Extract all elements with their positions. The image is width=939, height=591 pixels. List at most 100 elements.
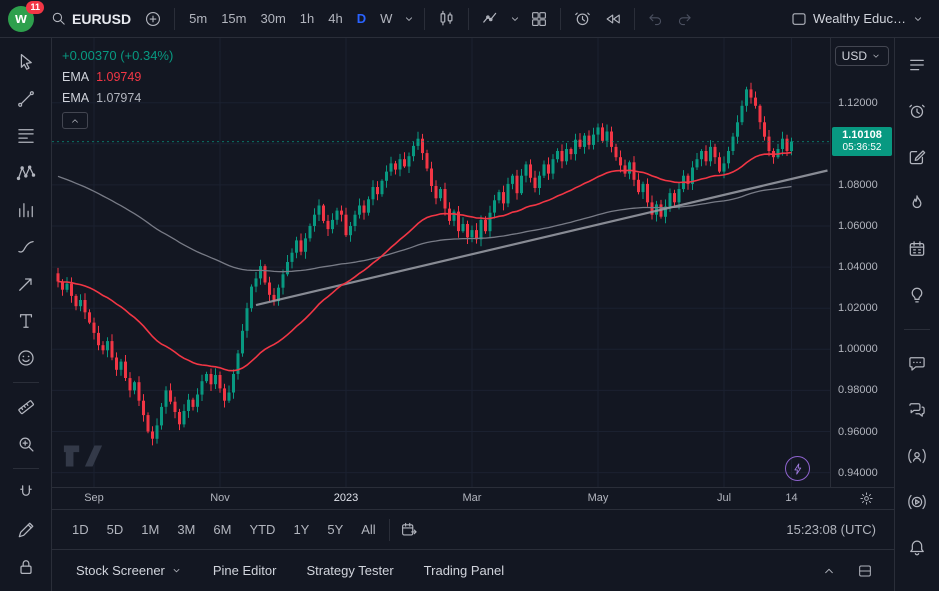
time-tick: 2023 — [334, 492, 358, 504]
tool-emoji-button[interactable] — [9, 342, 43, 374]
legend-collapse-button[interactable] — [62, 112, 88, 129]
notification-count-badge: 11 — [26, 1, 44, 14]
cursor-icon — [16, 52, 36, 72]
rewind-icon — [604, 10, 622, 28]
tool-text-button[interactable] — [9, 305, 43, 337]
tab-strategy-tester[interactable]: Strategy Tester — [298, 557, 401, 584]
date-range-switcher: 1D5D1M3M6MYTD1Y5YAll — [64, 518, 384, 541]
panel-maximize-button[interactable] — [852, 559, 878, 583]
panel-ideas-button[interactable] — [901, 142, 933, 172]
indicator-ema-slow[interactable]: EMA 1.07974 — [62, 91, 173, 105]
tab-stock-screener[interactable]: Stock Screener — [68, 557, 191, 584]
user-menu-button[interactable]: w 11 — [8, 5, 38, 33]
plus-icon — [144, 10, 162, 28]
panel-open-button[interactable] — [816, 559, 842, 583]
price-axis[interactable]: USD 1.10108 05:36:52 1.120001.100001.080… — [830, 38, 894, 487]
range-toolbar: 1D5D1M3M6MYTD1Y5YAll 15:23:08 (UTC) — [52, 509, 894, 549]
last-price-label: 1.10108 05:36:52 — [832, 127, 892, 156]
top-toolbar: w 11 EURUSD 5m15m30m1h4hDW — [0, 0, 939, 38]
interval-4h[interactable]: 4h — [321, 7, 349, 30]
create-alert-button[interactable] — [568, 5, 597, 32]
undo-button[interactable] — [642, 6, 669, 31]
chevron-up-icon — [69, 115, 81, 127]
tool-fib-retracement-button[interactable] — [9, 120, 43, 152]
range-YTD[interactable]: YTD — [241, 518, 283, 541]
range-3M[interactable]: 3M — [169, 518, 203, 541]
interval-30m[interactable]: 30m — [253, 7, 292, 30]
range-5D[interactable]: 5D — [99, 518, 132, 541]
panel-chat-button[interactable] — [901, 349, 933, 379]
goto-date-button[interactable] — [395, 517, 423, 543]
layout-templates-button[interactable] — [525, 6, 553, 32]
symbol-name: EURUSD — [72, 11, 131, 27]
currency-selector[interactable]: USD — [835, 46, 889, 66]
range-1D[interactable]: 1D — [64, 518, 97, 541]
interval-D[interactable]: D — [350, 7, 373, 30]
tool-forecast-button[interactable] — [9, 194, 43, 226]
price-tick: 0.96000 — [838, 426, 878, 438]
chevron-down-icon — [170, 564, 183, 577]
price-tick: 1.08000 — [838, 179, 878, 191]
tradingview-watermark — [62, 443, 104, 472]
tool-zoom-button[interactable] — [9, 428, 43, 460]
toolbar-divider — [468, 8, 469, 30]
compare-add-button[interactable] — [139, 6, 167, 32]
tool-brush-button[interactable] — [9, 231, 43, 263]
interval-1h[interactable]: 1h — [293, 7, 321, 30]
last-price-value: 1.10108 — [832, 129, 892, 142]
chart-settings-button[interactable] — [857, 489, 876, 508]
tool-drawing-pen-button[interactable] — [9, 514, 43, 546]
panel-videos-button[interactable] — [901, 487, 933, 517]
interval-5m[interactable]: 5m — [182, 7, 214, 30]
tool-lock-button[interactable] — [9, 551, 43, 583]
interval-W[interactable]: W — [373, 7, 399, 30]
tab-pine-editor[interactable]: Pine Editor — [205, 557, 285, 584]
tool-cursor-button[interactable] — [9, 46, 43, 78]
range-1Y[interactable]: 1Y — [285, 518, 317, 541]
drawing-toolbar — [0, 38, 52, 591]
tool-magnet-button[interactable] — [9, 477, 43, 509]
videos-icon — [907, 492, 927, 512]
price-tick: 1.06000 — [838, 220, 878, 232]
intervals-dropdown-button[interactable] — [401, 10, 417, 28]
time-tick: May — [588, 492, 609, 504]
panel-watchlist-button[interactable] — [901, 50, 933, 80]
panel-notifications-button[interactable] — [901, 533, 933, 563]
tool-arrow-marker-button[interactable] — [9, 268, 43, 300]
drawing-pen-icon — [16, 520, 36, 540]
interval-15m[interactable]: 15m — [214, 7, 253, 30]
bar-replay-button[interactable] — [599, 6, 627, 32]
redo-button[interactable] — [671, 6, 698, 31]
time-axis[interactable]: SepNov2023MarMayJul14 — [52, 487, 894, 509]
panel-streams-button[interactable] — [901, 441, 933, 471]
panel-alerts-button[interactable] — [901, 96, 933, 126]
chart-layout-menu[interactable]: Wealthy Educ… — [784, 6, 931, 32]
tool-trend-line-button[interactable] — [9, 83, 43, 115]
symbol-search-button[interactable]: EURUSD — [44, 6, 137, 31]
indicator-ema-fast[interactable]: EMA 1.09749 — [62, 70, 173, 84]
range-6M[interactable]: 6M — [205, 518, 239, 541]
indicators-button[interactable] — [476, 5, 505, 32]
fib-retracement-icon — [16, 126, 36, 146]
panel-lightbulb-button[interactable] — [901, 280, 933, 310]
forecast-icon — [16, 200, 36, 220]
layout-box-icon — [790, 10, 808, 28]
range-1M[interactable]: 1M — [133, 518, 167, 541]
toolbar-divider — [389, 519, 390, 541]
indicators-templates-caret[interactable] — [507, 10, 523, 28]
panel-calendar-button[interactable] — [901, 234, 933, 264]
quick-trade-button[interactable] — [785, 456, 810, 481]
tab-trading-panel[interactable]: Trading Panel — [416, 557, 512, 584]
zoom-icon — [16, 434, 36, 454]
panel-hotlists-button[interactable] — [901, 188, 933, 218]
chart-style-button[interactable] — [432, 5, 461, 32]
gear-icon — [859, 491, 874, 506]
chart-canvas[interactable]: +0.00370 (+0.34%) EMA 1.09749 EMA 1.0797… — [52, 38, 830, 487]
panel-messages-button[interactable] — [901, 395, 933, 425]
interval-switcher: 5m15m30m1h4hDW — [182, 7, 399, 30]
range-5Y[interactable]: 5Y — [319, 518, 351, 541]
tool-xabcd-pattern-button[interactable] — [9, 157, 43, 189]
tool-ruler-button[interactable] — [9, 391, 43, 423]
clock-timezone-button[interactable]: 15:23:08 (UTC) — [780, 518, 882, 541]
range-All[interactable]: All — [353, 518, 383, 541]
